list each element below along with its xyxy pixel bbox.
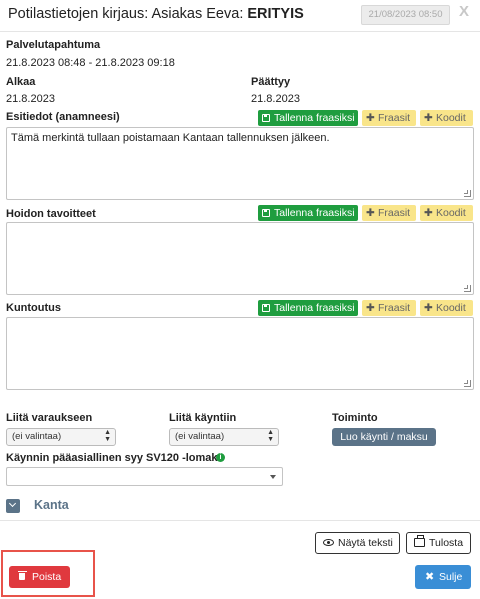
dialog-title: Potilastietojen kirjaus: Asiakas Eeva: E… — [8, 6, 304, 22]
save-icon — [262, 209, 270, 217]
save-phrase-button[interactable]: Tallenna fraasiksi — [258, 110, 358, 126]
codes-button[interactable]: ✚ Koodit — [420, 300, 473, 316]
close-button[interactable]: ✖ Sulje — [415, 565, 471, 589]
service-event-label: Palvelutapahtuma — [6, 39, 101, 51]
kanta-toggle-icon[interactable] — [6, 499, 20, 513]
delete-button[interactable]: Poista — [9, 566, 70, 588]
kanta-section-title[interactable]: Kanta — [34, 498, 69, 512]
trash-icon — [17, 570, 27, 580]
end-value: 21.8.2023 — [251, 93, 300, 105]
start-value: 21.8.2023 — [6, 93, 55, 105]
resize-handle[interactable] — [464, 285, 471, 292]
save-icon — [262, 304, 270, 312]
plus-icon: ✚ — [424, 302, 433, 314]
eye-icon — [323, 539, 334, 546]
plus-icon: ✚ — [424, 207, 433, 219]
info-icon[interactable]: i — [216, 453, 225, 462]
dialog-title-strong: ERITYIS — [247, 6, 304, 22]
visit-reason-label: Käynnin pääasiallinen syy SV120 -lomake — [6, 452, 224, 464]
close-icon[interactable]: X — [459, 3, 469, 20]
codes-button[interactable]: ✚ Koodit — [420, 110, 473, 126]
create-visit-payment-button[interactable]: Luo käynti / maksu — [332, 428, 436, 446]
plus-icon: ✚ — [424, 112, 433, 124]
resize-handle[interactable] — [464, 190, 471, 197]
visit-label: Liitä käyntiin — [169, 412, 237, 424]
section-label-goals: Hoidon tavoitteet — [6, 208, 96, 220]
plus-icon: ✚ — [366, 207, 375, 219]
booking-label: Liitä varaukseen — [6, 412, 93, 424]
printer-icon — [414, 535, 425, 547]
visit-select[interactable]: (ei valintaa) ▲ ▼ — [169, 428, 279, 446]
updown-icon: ▲ ▼ — [104, 429, 111, 443]
close-icon: ✖ — [425, 571, 435, 583]
dialog-title-text: Potilastietojen kirjaus: Asiakas Eeva: — [8, 6, 248, 22]
anamnesis-textarea[interactable]: Tämä merkintä tullaan poistamaan Kantaan… — [6, 127, 474, 200]
phrases-button[interactable]: ✚ Fraasit — [362, 300, 416, 316]
start-label: Alkaa — [6, 76, 36, 88]
save-phrase-button[interactable]: Tallenna fraasiksi — [258, 205, 358, 221]
section-label-rehabilitation: Kuntoutus — [6, 302, 61, 314]
visit-reason-select[interactable] — [6, 467, 283, 486]
codes-button[interactable]: ✚ Koodit — [420, 205, 473, 221]
dialog-header: Potilastietojen kirjaus: Asiakas Eeva: E… — [0, 0, 480, 32]
phrases-button[interactable]: ✚ Fraasit — [362, 205, 416, 221]
action-label: Toiminto — [332, 412, 378, 424]
updown-icon: ▲ ▼ — [267, 429, 274, 443]
date-field: 21/08/2023 08:50 — [361, 5, 450, 25]
footer-divider — [0, 520, 480, 521]
save-icon — [262, 114, 270, 122]
save-phrase-button[interactable]: Tallenna fraasiksi — [258, 300, 358, 316]
resize-handle[interactable] — [464, 380, 471, 387]
print-button[interactable]: Tulosta — [406, 532, 471, 554]
plus-icon: ✚ — [366, 112, 375, 124]
goals-textarea[interactable] — [6, 222, 474, 295]
section-label-anamnesis: Esitiedot (anamneesi) — [6, 111, 120, 123]
chevron-down-icon — [270, 475, 276, 479]
booking-select[interactable]: (ei valintaa) ▲ ▼ — [6, 428, 116, 446]
service-event-value: 21.8.2023 08:48 - 21.8.2023 09:18 — [6, 57, 175, 69]
plus-icon: ✚ — [366, 302, 375, 314]
phrases-button[interactable]: ✚ Fraasit — [362, 110, 416, 126]
show-text-button[interactable]: Näytä teksti — [315, 532, 400, 554]
end-label: Päättyy — [251, 76, 291, 88]
rehabilitation-textarea[interactable] — [6, 317, 474, 390]
